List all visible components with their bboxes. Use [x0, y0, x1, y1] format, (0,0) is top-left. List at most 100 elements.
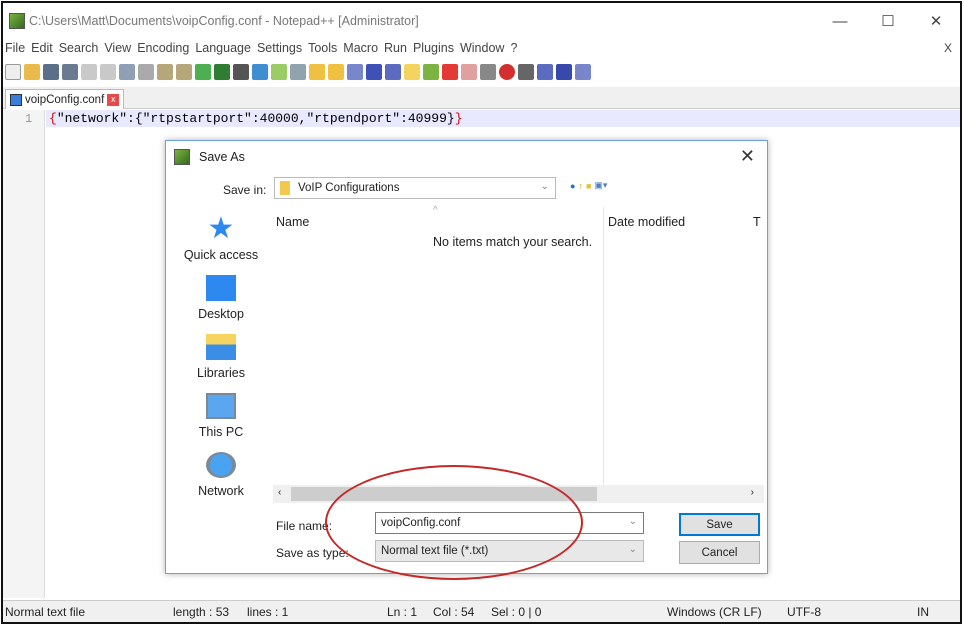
notepad-app-icon	[9, 13, 25, 29]
open-file-icon[interactable]	[24, 64, 40, 80]
scroll-left-icon[interactable]: ‹	[278, 487, 281, 498]
find-icon[interactable]	[233, 64, 249, 80]
computer-icon	[206, 393, 236, 419]
dialog-title: Save As	[199, 150, 245, 164]
run-multiple-macro-icon[interactable]	[556, 64, 572, 80]
save-button[interactable]: Save	[679, 513, 760, 536]
dialog-title-bar: Save As	[174, 149, 245, 165]
place-libraries[interactable]: Libraries	[174, 327, 268, 386]
menu-search[interactable]: Search	[59, 41, 99, 59]
copy-icon[interactable]	[157, 64, 173, 80]
status-file-type: Normal text file	[5, 605, 86, 619]
show-all-chars-icon[interactable]	[366, 64, 382, 80]
maximize-button[interactable]: ☐	[864, 3, 912, 39]
close-button[interactable]: ✕	[912, 3, 960, 39]
cancel-button[interactable]: Cancel	[679, 541, 760, 564]
place-network[interactable]: Network	[174, 445, 268, 504]
column-divider	[603, 207, 604, 497]
star-icon: ★	[207, 212, 235, 245]
code-text: "network":{"rtpstartport":40000,"rtpendp…	[56, 111, 455, 126]
horizontal-scrollbar[interactable]: ‹ ›	[273, 485, 764, 503]
tab-label: voipConfig.conf	[25, 93, 105, 106]
place-label: This PC	[198, 425, 244, 439]
replace-icon[interactable]	[252, 64, 268, 80]
chevron-down-icon: ⌄	[628, 544, 637, 555]
menu-tools[interactable]: Tools	[308, 41, 337, 59]
file-list[interactable]: Name ^ Date modified T No items match yo…	[273, 205, 764, 505]
menu-window[interactable]: Window	[460, 41, 504, 59]
file-name-label: File name:	[276, 519, 333, 533]
column-header-name[interactable]: Name	[276, 215, 309, 229]
file-name-input[interactable]: voipConfig.conf ⌄	[375, 512, 644, 534]
open-brace: {	[49, 111, 57, 126]
tab-close-icon[interactable]: x	[107, 93, 120, 106]
column-header-date[interactable]: Date modified	[608, 215, 685, 229]
folder-workspace-icon[interactable]	[442, 64, 458, 80]
function-list-icon[interactable]	[423, 64, 439, 80]
zoom-in-icon[interactable]	[271, 64, 287, 80]
save-as-type-dropdown[interactable]: Normal text file (*.txt) ⌄	[375, 540, 644, 562]
sync-vertical-icon[interactable]	[309, 64, 325, 80]
minimize-button[interactable]: —	[816, 3, 864, 39]
up-folder-icon[interactable]: ↑	[578, 181, 583, 191]
title-bar: C:\Users\Matt\Documents\voipConfig.conf …	[3, 3, 960, 39]
close-brace: }	[454, 111, 463, 126]
new-folder-icon[interactable]: ■	[586, 181, 591, 191]
view-menu-icon[interactable]: ▣▾	[594, 180, 607, 191]
status-col: Col : 54	[433, 605, 475, 619]
chevron-down-icon[interactable]: ⌄	[629, 516, 637, 527]
redo-icon[interactable]	[214, 64, 230, 80]
scroll-right-icon[interactable]: ›	[751, 487, 754, 498]
place-label: Libraries	[197, 366, 245, 380]
menu-run[interactable]: Run	[384, 41, 407, 59]
undo-icon[interactable]	[195, 64, 211, 80]
close-all-icon[interactable]	[100, 64, 116, 80]
code-line[interactable]: {"network":{"rtpstartport":40000,"rtpend…	[49, 111, 463, 126]
play-macro-icon[interactable]	[537, 64, 553, 80]
word-wrap-icon[interactable]	[347, 64, 363, 80]
dialog-close-button[interactable]: ✕	[740, 146, 755, 167]
notepad-app-icon	[174, 149, 190, 165]
place-desktop[interactable]: Desktop	[174, 268, 268, 327]
sync-horizontal-icon[interactable]	[328, 64, 344, 80]
paste-icon[interactable]	[176, 64, 192, 80]
menu-encoding[interactable]: Encoding	[137, 41, 189, 59]
places-bar: ★ Quick access Desktop Libraries This PC…	[174, 209, 268, 504]
zoom-out-icon[interactable]	[290, 64, 306, 80]
new-file-icon[interactable]	[5, 64, 21, 80]
print-icon[interactable]	[119, 64, 135, 80]
menu-plugins[interactable]: Plugins	[413, 41, 454, 59]
tab-voipconfig[interactable]: voipConfig.conf x	[5, 89, 125, 109]
monitor-icon[interactable]	[461, 64, 477, 80]
menu-edit[interactable]: Edit	[31, 41, 53, 59]
save-as-type-label: Save as type:	[276, 546, 349, 560]
save-macro-icon[interactable]	[575, 64, 591, 80]
column-header-type[interactable]: T	[753, 215, 761, 229]
close-document-icon[interactable]: X	[944, 41, 952, 55]
menu-macro[interactable]: Macro	[343, 41, 378, 59]
menu-view[interactable]: View	[104, 41, 131, 59]
status-bar: Normal text file length : 53 lines : 1 L…	[3, 600, 960, 622]
menu-file[interactable]: File	[5, 41, 25, 59]
scrollbar-thumb[interactable]	[291, 487, 597, 501]
record-macro-icon[interactable]	[499, 64, 515, 80]
menu-settings[interactable]: Settings	[257, 41, 302, 59]
back-icon[interactable]: ●	[570, 181, 575, 191]
menu-bar: File Edit Search View Encoding Language …	[3, 41, 960, 59]
place-quick-access[interactable]: ★ Quick access	[174, 209, 268, 268]
eye-icon[interactable]	[480, 64, 496, 80]
doc-map-icon[interactable]	[404, 64, 420, 80]
status-lines: lines : 1	[247, 605, 289, 619]
stop-macro-icon[interactable]	[518, 64, 534, 80]
menu-help[interactable]: ?	[510, 41, 517, 59]
file-saved-icon	[10, 93, 22, 106]
save-icon[interactable]	[43, 64, 59, 80]
cut-icon[interactable]	[138, 64, 154, 80]
indent-guide-icon[interactable]	[385, 64, 401, 80]
save-all-icon[interactable]	[62, 64, 78, 80]
place-this-pc[interactable]: This PC	[174, 386, 268, 445]
close-file-icon[interactable]	[81, 64, 97, 80]
folder-icon	[280, 181, 290, 195]
save-in-dropdown[interactable]: VoIP Configurations ⌄	[274, 177, 556, 199]
menu-language[interactable]: Language	[195, 41, 251, 59]
